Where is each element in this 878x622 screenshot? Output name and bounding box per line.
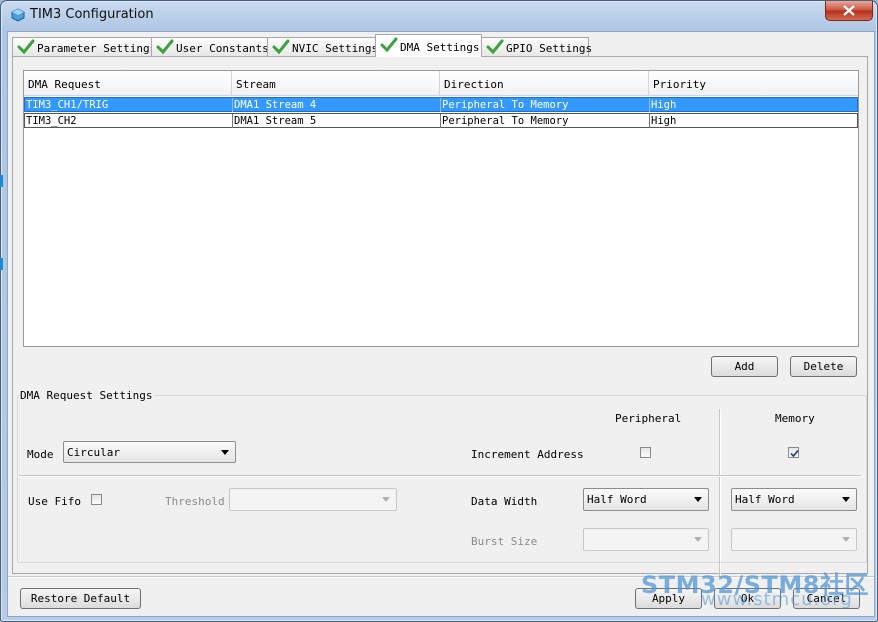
tab-label: User Constants xyxy=(176,42,269,55)
cell-priority: High xyxy=(651,115,677,127)
table-row[interactable]: TIM3_CH1/TRIG DMA1 Stream 4 Peripheral T… xyxy=(24,97,858,112)
cell-direction: Peripheral To Memory xyxy=(441,114,650,128)
cell-stream: DMA1 Stream 4 xyxy=(233,98,441,112)
chevron-down-icon xyxy=(694,537,702,542)
threshold-select[interactable] xyxy=(229,488,397,511)
check-icon xyxy=(156,39,174,55)
chevron-down-icon xyxy=(221,450,229,455)
tab-label: Parameter Settings xyxy=(37,42,157,55)
mode-value: Circular xyxy=(67,446,120,459)
window-title: TIM3 Configuration xyxy=(30,7,154,22)
check-icon xyxy=(380,37,398,53)
use-fifo-label: Use Fifo xyxy=(28,495,81,508)
tab-gpio-settings[interactable]: GPIO Settings xyxy=(481,37,593,56)
tab-user-constants[interactable]: User Constants xyxy=(151,37,269,56)
group-title: DMA Request Settings xyxy=(20,389,155,402)
data-width-memory-select[interactable]: Half Word xyxy=(731,488,857,511)
tab-label: DMA Settings xyxy=(400,41,480,54)
use-fifo-checkbox[interactable] xyxy=(91,494,102,505)
mode-select[interactable]: Circular xyxy=(63,441,236,463)
tab-dma-settings[interactable]: DMA Settings xyxy=(375,34,482,57)
add-button[interactable]: Add xyxy=(711,356,778,377)
data-width-memory-value: Half Word xyxy=(735,493,795,506)
column-header[interactable]: Direction xyxy=(440,71,649,95)
config-window: TIM3 Configuration Parameter Settings Us… xyxy=(0,0,878,622)
section-divider xyxy=(19,475,861,477)
check-icon xyxy=(17,39,35,55)
app-cube-icon xyxy=(11,8,25,22)
memory-header: Memory xyxy=(775,412,815,425)
cell-stream: DMA1 Stream 5 xyxy=(233,114,441,128)
tab-nvic-settings[interactable]: NVIC Settings xyxy=(267,37,379,56)
dma-request-table: DMA Request Stream Direction Priority TI… xyxy=(23,70,859,347)
data-width-label: Data Width xyxy=(471,495,538,508)
column-header[interactable]: Stream xyxy=(232,71,440,95)
column-divider xyxy=(719,409,721,577)
cell-priority: High xyxy=(651,99,677,111)
dialog-client: Parameter Settings User Constants NVIC S… xyxy=(7,31,875,617)
checkmark-icon xyxy=(790,449,799,458)
data-width-peripheral-value: Half Word xyxy=(587,493,647,506)
burst-size-memory-select[interactable] xyxy=(731,528,857,551)
mode-label: Mode xyxy=(27,448,54,461)
restore-default-button[interactable]: Restore Default xyxy=(20,588,141,609)
burst-size-peripheral-select[interactable] xyxy=(583,528,709,551)
chevron-down-icon xyxy=(382,497,390,502)
close-button[interactable] xyxy=(825,1,873,21)
desktop-edge xyxy=(0,175,3,187)
increment-peripheral-checkbox[interactable] xyxy=(640,447,651,458)
delete-button[interactable]: Delete xyxy=(790,356,857,377)
table-row[interactable]: TIM3_CH2 DMA1 Stream 5 Peripheral To Mem… xyxy=(24,113,858,128)
tab-label: NVIC Settings xyxy=(292,42,379,55)
chevron-down-icon xyxy=(842,537,850,542)
table-header: DMA Request Stream Direction Priority xyxy=(24,71,858,96)
increment-address-label: Increment Address xyxy=(471,448,584,461)
data-width-peripheral-select[interactable]: Half Word xyxy=(583,488,709,511)
cell-request: TIM3_CH1/TRIG xyxy=(25,98,233,112)
watermark-url: www.stmcu.org xyxy=(701,589,853,610)
check-icon xyxy=(486,39,504,55)
column-header[interactable]: DMA Request xyxy=(24,71,232,95)
chevron-down-icon xyxy=(842,497,850,502)
dma-settings-panel: DMA Request Stream Direction Priority TI… xyxy=(12,56,868,577)
column-header[interactable]: Priority xyxy=(649,71,858,95)
desktop-edge xyxy=(0,258,3,270)
chevron-down-icon xyxy=(694,497,702,502)
close-icon xyxy=(843,5,855,16)
tab-label: GPIO Settings xyxy=(506,42,593,55)
check-icon xyxy=(272,39,290,55)
burst-size-label: Burst Size xyxy=(471,535,538,548)
threshold-label: Threshold xyxy=(165,495,225,508)
cell-request: TIM3_CH2 xyxy=(25,114,233,128)
peripheral-header: Peripheral xyxy=(615,412,682,425)
increment-memory-checkbox[interactable] xyxy=(788,447,799,458)
tab-parameter-settings[interactable]: Parameter Settings xyxy=(12,37,156,56)
cell-direction: Peripheral To Memory xyxy=(441,98,650,112)
title-bar[interactable]: TIM3 Configuration xyxy=(1,1,877,31)
